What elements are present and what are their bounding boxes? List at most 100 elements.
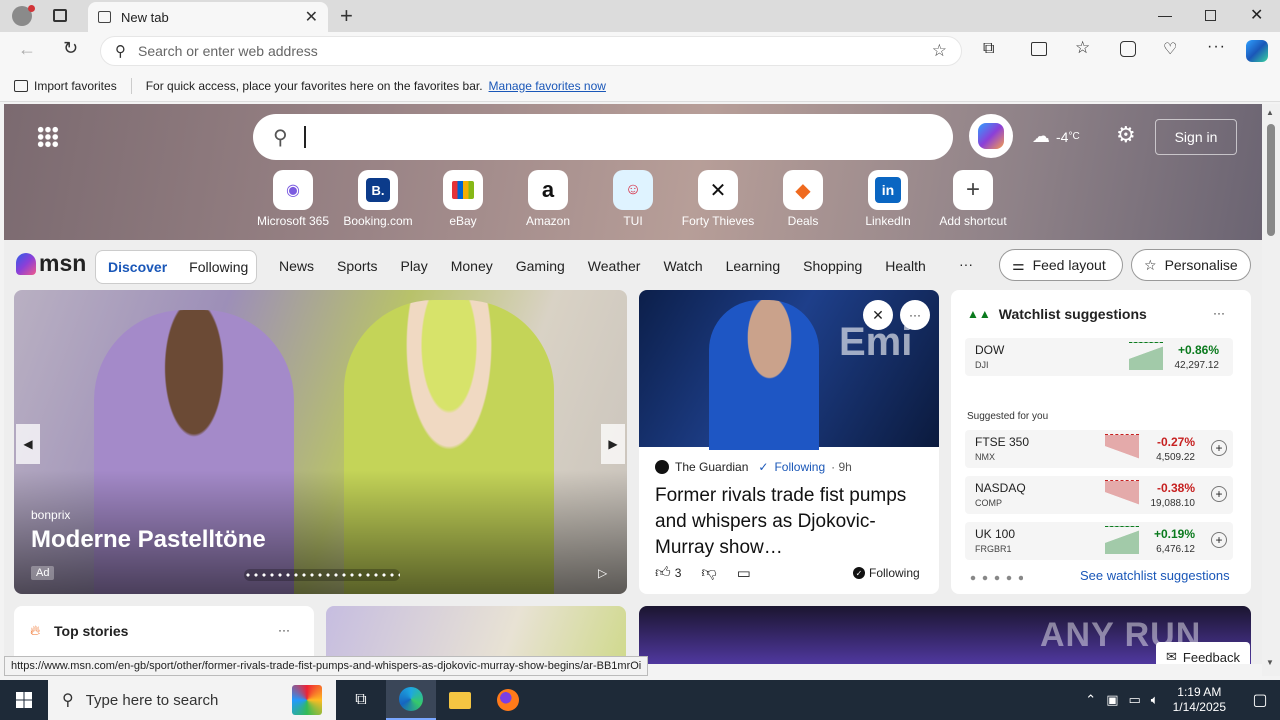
top-stories-more-button[interactable]: ···: [278, 623, 290, 637]
extensions-icon[interactable]: ⧉: [983, 40, 994, 58]
feed-layout-button[interactable]: ⚌ Feed layout: [999, 249, 1123, 281]
shortcut-linkedin[interactable]: in LinkedIn: [848, 170, 928, 228]
restore-button[interactable]: [1205, 10, 1216, 21]
see-watchlist-link[interactable]: See watchlist suggestions: [1080, 568, 1230, 583]
shortcut-deals[interactable]: ◆ Deals: [763, 170, 843, 228]
taskbar-search-box[interactable]: ⚲ Type here to search: [48, 680, 336, 720]
nav-learning[interactable]: Learning: [726, 258, 781, 274]
clock[interactable]: 1:19 AM 1/14/2025: [1173, 685, 1226, 715]
ad-carousel-card[interactable]: ◀ ▶ bonprix Moderne Pastelltöne Ad ▷: [14, 290, 627, 594]
collections-icon[interactable]: [1120, 41, 1136, 57]
news-more-button[interactable]: ···: [900, 300, 930, 330]
address-input[interactable]: Search or enter web address: [138, 43, 920, 59]
watchlist-card: ▲▲ Watchlist suggestions ··· DOW DJI +0.…: [951, 290, 1251, 594]
edge-taskbar-icon[interactable]: [386, 680, 436, 720]
browser-essentials-icon[interactable]: ♡: [1163, 39, 1177, 59]
dismiss-button[interactable]: ✕: [863, 300, 893, 330]
minimize-button[interactable]: —: [1158, 7, 1172, 23]
stock-row-dow[interactable]: DOW DJI +0.86% 42,297.12: [965, 338, 1233, 376]
comment-icon[interactable]: ▭: [737, 564, 751, 582]
nav-news[interactable]: News: [279, 258, 314, 274]
watchlist-more-button[interactable]: ···: [1213, 306, 1225, 320]
shortcut-booking[interactable]: B. Booking.com: [338, 170, 418, 228]
watchlist-pager-dots[interactable]: [967, 574, 1023, 582]
news-source[interactable]: The Guardian: [675, 460, 748, 474]
stock-row-uk100[interactable]: UK 100 FRGBR1 +0.19% 6,476.12 +: [965, 522, 1233, 560]
shortcut-ebay[interactable]: eBay: [423, 170, 503, 228]
add-to-watchlist-icon[interactable]: +: [1211, 532, 1227, 548]
nav-shopping[interactable]: Shopping: [803, 258, 862, 274]
weather-widget[interactable]: ☁ -4 °C: [1032, 126, 1080, 147]
tab-following[interactable]: Following: [189, 259, 248, 275]
shortcut-microsoft-365[interactable]: ◉ Microsoft 365: [253, 170, 333, 228]
tab-new-tab[interactable]: New tab ✕: [88, 2, 328, 32]
nav-gaming[interactable]: Gaming: [516, 258, 565, 274]
like-icon[interactable]: 👍︎: [655, 564, 671, 582]
nav-weather[interactable]: Weather: [588, 258, 641, 274]
task-view-icon[interactable]: ⧉: [336, 680, 386, 720]
add-to-watchlist-icon[interactable]: +: [1211, 486, 1227, 502]
new-tab-button[interactable]: +: [340, 3, 353, 29]
news-card[interactable]: Emi ✕ ··· The Guardian ✓ Following · 9h …: [639, 290, 939, 594]
following-footer-label: Following: [869, 566, 920, 580]
manage-favorites-link[interactable]: Manage favorites now: [489, 79, 606, 93]
refresh-button[interactable]: ↻: [63, 38, 78, 59]
apps-launcher-icon[interactable]: [37, 126, 59, 148]
following-badge[interactable]: Following: [774, 460, 825, 474]
close-tab-icon[interactable]: ✕: [305, 7, 318, 27]
volume-icon[interactable]: 🔈︎: [1151, 692, 1159, 708]
carousel-next-button[interactable]: ▶: [601, 424, 625, 464]
page-scrollbar[interactable]: ▲ ▼: [1262, 104, 1280, 676]
dislike-icon[interactable]: 👎︎: [701, 564, 716, 582]
tab-discover[interactable]: Discover: [108, 259, 167, 275]
copilot-button[interactable]: [969, 114, 1013, 158]
nav-watch[interactable]: Watch: [663, 258, 702, 274]
stock-row-ftse[interactable]: FTSE 350 NMX -0.27% 4,509.22 +: [965, 430, 1233, 468]
add-favorite-icon[interactable]: ☆: [932, 41, 947, 61]
fire-icon: 🔥︎: [30, 622, 41, 638]
nav-health[interactable]: Health: [885, 258, 925, 274]
ad-title[interactable]: Moderne Pastelltöne: [31, 526, 266, 554]
network-icon[interactable]: ▭: [1129, 692, 1141, 708]
page-settings-icon[interactable]: ⚙: [1116, 122, 1136, 148]
tray-chevron-icon[interactable]: ⌃: [1085, 692, 1096, 708]
copilot-icon[interactable]: [1246, 40, 1268, 62]
nav-more-button[interactable]: ···: [959, 256, 973, 272]
nav-play[interactable]: Play: [400, 258, 427, 274]
scroll-thumb[interactable]: [1267, 124, 1275, 236]
carousel-dots[interactable]: [244, 569, 400, 581]
sign-in-button[interactable]: Sign in: [1155, 119, 1237, 155]
feedback-button[interactable]: ✉ Feedback: [1156, 642, 1250, 664]
import-favorites-button[interactable]: Import favorites: [14, 79, 117, 93]
tray-device-icon[interactable]: ▣: [1106, 692, 1118, 708]
carousel-prev-button[interactable]: ◀: [16, 424, 40, 464]
nav-money[interactable]: Money: [451, 258, 493, 274]
web-search-box[interactable]: ⚲: [253, 114, 953, 160]
firefox-icon[interactable]: [484, 680, 532, 720]
back-button[interactable]: ←: [18, 39, 36, 60]
news-following-footer[interactable]: ✓ Following: [853, 566, 920, 580]
shortcut-amazon[interactable]: a Amazon: [508, 170, 588, 228]
tab-actions-icon[interactable]: [53, 9, 67, 22]
taskbar-search-input[interactable]: Type here to search: [86, 692, 280, 709]
shortcut-forty-thieves[interactable]: ✕ Forty Thieves: [678, 170, 758, 228]
ad-choices-icon[interactable]: ▷: [598, 566, 607, 580]
nav-sports[interactable]: Sports: [337, 258, 377, 274]
split-screen-icon[interactable]: [1031, 42, 1047, 56]
close-window-button[interactable]: ✕: [1250, 5, 1263, 25]
scroll-up-arrow[interactable]: ▲: [1266, 108, 1274, 117]
add-to-watchlist-icon[interactable]: +: [1211, 440, 1227, 456]
msn-logo[interactable]: msn: [16, 250, 86, 277]
notification-icon[interactable]: ▢: [1240, 680, 1280, 720]
shortcut-add[interactable]: + Add shortcut: [933, 170, 1013, 228]
address-bar[interactable]: ⚲ Search or enter web address ☆: [100, 36, 962, 66]
start-button[interactable]: [0, 680, 48, 720]
scroll-down-arrow[interactable]: ▼: [1266, 658, 1274, 667]
settings-more-icon[interactable]: ···: [1207, 38, 1226, 56]
favorites-icon[interactable]: ☆: [1075, 38, 1090, 58]
news-headline[interactable]: Former rivals trade fist pumps and whisp…: [655, 483, 927, 561]
stock-row-nasdaq[interactable]: NASDAQ COMP -0.38% 19,088.10 +: [965, 476, 1233, 514]
shortcut-tui[interactable]: ☺ TUI: [593, 170, 673, 228]
personalise-button[interactable]: ☆ Personalise: [1131, 249, 1251, 281]
file-explorer-icon[interactable]: [436, 680, 484, 720]
